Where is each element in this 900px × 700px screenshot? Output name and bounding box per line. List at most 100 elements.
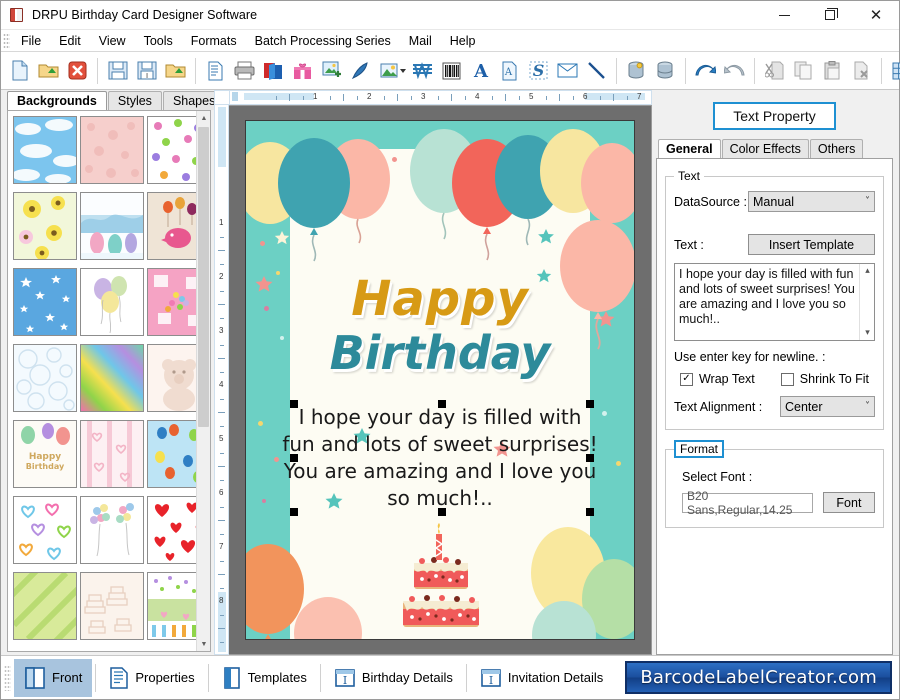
backgrounds-scrollbar[interactable]: ▲ ▼ [196, 111, 210, 651]
thumbnail-rainbow-gradient[interactable] [80, 344, 144, 412]
menu-tools[interactable]: Tools [135, 32, 182, 50]
status-bar-grip[interactable] [4, 664, 11, 691]
insert-template-button[interactable]: Insert Template [748, 234, 875, 255]
thumbnail-teddy-bear-soft[interactable] [147, 344, 196, 412]
datasource-select[interactable]: Manual ˅ [748, 191, 875, 212]
pen-icon[interactable] [346, 56, 375, 86]
thumbnail-bubbles-white[interactable] [13, 344, 77, 412]
menu-mail[interactable]: Mail [400, 32, 441, 50]
close-button[interactable]: ✕ [853, 1, 899, 30]
thumbnail-pastel-balloons-white[interactable] [80, 268, 144, 336]
status-button-properties[interactable]: Properties [99, 659, 204, 697]
ruler-vertical[interactable]: 1 2 3 4 5 6 7 8 [214, 105, 229, 655]
thumbnail-yellow-daisies[interactable] [13, 192, 77, 260]
delete-icon[interactable] [847, 56, 876, 86]
checkbox-box[interactable]: ✓ [679, 372, 693, 386]
checkbox-box[interactable] [780, 372, 794, 386]
thumbnail-winter-snow-scene[interactable] [80, 192, 144, 260]
line-icon[interactable] [582, 56, 611, 86]
tab-backgrounds[interactable]: Backgrounds [7, 91, 107, 110]
print-preview-icon[interactable] [201, 56, 230, 86]
menu-edit[interactable]: Edit [50, 32, 90, 50]
thumbnail-balloon-bouquets[interactable] [80, 496, 144, 564]
save-icon[interactable] [103, 56, 132, 86]
wrap-text-checkbox[interactable]: ✓ Wrap Text [679, 372, 755, 386]
thumbnail-happy-birthday-balloons[interactable]: Happy Birthday [13, 420, 77, 488]
text-document-icon[interactable]: A [495, 56, 524, 86]
textarea-scrollbar[interactable]: ▴ ▾ [859, 264, 874, 340]
thumbnail-red-hearts-white[interactable] [147, 496, 196, 564]
thumbnail-pink-party-gifts[interactable] [147, 268, 196, 336]
scroll-down-arrow[interactable]: ▼ [197, 637, 211, 651]
selection-handle-e[interactable] [586, 454, 594, 462]
thumbnail-colorful-flowers-white[interactable] [147, 116, 196, 184]
open-folder-icon[interactable] [34, 56, 63, 86]
menu-view[interactable]: View [90, 32, 135, 50]
thumbnail-blue-stars[interactable] [13, 268, 77, 336]
card-layers-icon[interactable] [259, 56, 288, 86]
watermark-icon[interactable] [408, 56, 437, 86]
menu-file[interactable]: File [12, 32, 50, 50]
text-icon[interactable]: A [466, 56, 495, 86]
selection-handle-w[interactable] [290, 454, 298, 462]
selection-handle-n[interactable] [438, 400, 446, 408]
selection-handle-sw[interactable] [290, 508, 298, 516]
design-canvas[interactable]: Happy Birthday I hope your day is filled… [229, 105, 652, 655]
signature-icon[interactable]: S [524, 56, 553, 86]
thumbnail-pink-hearts-stripes[interactable] [80, 420, 144, 488]
thumbnail-pastel-heart-outlines[interactable] [13, 496, 77, 564]
redo-icon[interactable] [720, 56, 749, 86]
font-button[interactable]: Font [822, 492, 875, 513]
scroll-up-arrow[interactable]: ▴ [860, 264, 875, 278]
close-document-icon[interactable] [63, 56, 92, 86]
selection-handle-nw[interactable] [290, 400, 298, 408]
thumbnail-clouds-sky[interactable] [13, 116, 77, 184]
tab-general[interactable]: General [658, 139, 721, 158]
cut-icon[interactable] [760, 56, 789, 86]
menu-formats[interactable]: Formats [182, 32, 246, 50]
image-shape-dropdown-caret[interactable] [400, 68, 406, 73]
scrollbar-thumb[interactable] [198, 127, 209, 427]
database-add-icon[interactable] [622, 56, 651, 86]
textarea-value[interactable]: I hope your day is filled with fun and l… [675, 264, 859, 340]
thumbnail-spring-garden-fence[interactable] [147, 572, 196, 640]
ruler-h-handle-left[interactable] [232, 92, 238, 101]
save-as-icon[interactable]: I [132, 56, 161, 86]
menu-help[interactable]: Help [441, 32, 485, 50]
grid-icon[interactable] [887, 56, 900, 86]
copy-icon[interactable] [789, 56, 818, 86]
gift-icon[interactable] [288, 56, 317, 86]
maximize-button[interactable] [807, 1, 853, 30]
barcode-icon[interactable] [437, 56, 466, 86]
thumbnail-green-diagonal-stripes[interactable] [13, 572, 77, 640]
shrink-to-fit-checkbox[interactable]: Shrink To Fit [780, 372, 869, 386]
text-content-textarea[interactable]: I hope your day is filled with fun and l… [674, 263, 875, 341]
birthday-card[interactable]: Happy Birthday I hope your day is filled… [246, 121, 634, 639]
brand-banner[interactable]: BarcodeLabelCreator.com [625, 661, 892, 694]
thumbnail-pink-bird-balloons[interactable] [147, 192, 196, 260]
minimize-button[interactable] [761, 1, 807, 30]
new-document-icon[interactable] [5, 56, 34, 86]
status-button-templates[interactable]: Templates [212, 659, 317, 697]
mail-icon[interactable] [553, 56, 582, 86]
selection-handle-se[interactable] [586, 508, 594, 516]
card-message-text[interactable]: I hope your day is filled with fun and l… [282, 404, 598, 512]
menu-batch-processing-series[interactable]: Batch Processing Series [246, 32, 400, 50]
status-button-birthday-details[interactable]: I Birthday Details [324, 659, 463, 697]
text-alignment-select[interactable]: Center ˅ [780, 396, 875, 417]
selection-handle-s[interactable] [438, 508, 446, 516]
menu-drag-grip[interactable] [3, 32, 10, 49]
thumbnail-pink-hearts-texture[interactable] [80, 116, 144, 184]
thumbnail-blue-sky-balloons[interactable] [147, 420, 196, 488]
status-button-front[interactable]: Front [14, 658, 93, 697]
save-to-folder-icon[interactable] [161, 56, 190, 86]
database-icon[interactable] [651, 56, 680, 86]
paste-icon[interactable] [818, 56, 847, 86]
add-image-icon[interactable] [317, 56, 346, 86]
thumbnail-cake-pattern-cream[interactable] [80, 572, 144, 640]
tab-styles[interactable]: Styles [107, 91, 162, 110]
status-button-invitation-details[interactable]: I Invitation Details [470, 659, 613, 697]
scroll-up-arrow[interactable]: ▲ [197, 111, 211, 125]
undo-icon[interactable] [691, 56, 720, 86]
ruler-horizontal[interactable]: 1 2 3 4 5 6 7 [229, 90, 652, 105]
